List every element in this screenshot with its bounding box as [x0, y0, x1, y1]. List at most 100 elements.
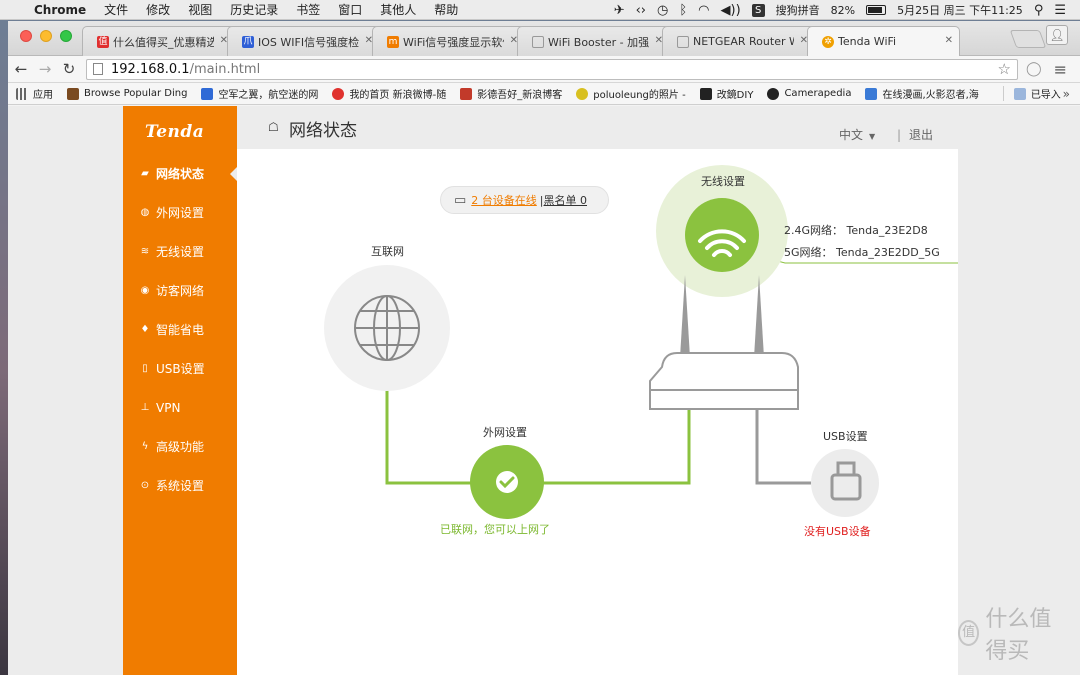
guest-icon: ◉ [140, 285, 150, 296]
weibo-icon [332, 87, 345, 100]
menu-people[interactable]: 其他人 [380, 1, 416, 18]
router-title-icon: ☖ [268, 120, 279, 134]
bookmark-item[interactable]: 我的首页 新浪微博-随 [332, 86, 446, 101]
url-host: 192.168.0.1 [111, 61, 190, 77]
tab-netgear[interactable]: NETGEAR Router WNDR✕ [662, 26, 815, 56]
wan-node[interactable] [470, 445, 544, 519]
nav-label: 高级功能 [156, 440, 205, 454]
wifi-status-icon[interactable]: ◠ [698, 3, 709, 18]
nav-label: 无线设置 [156, 245, 205, 259]
bookmark-item[interactable]: Browse Popular Ding [67, 87, 188, 100]
logout-link[interactable]: | 退出 [897, 126, 933, 143]
bookmark-label: Browse Popular Ding [84, 88, 188, 99]
chrome-menu-icon[interactable]: ≡ [1054, 60, 1067, 79]
reload-icon[interactable]: ↻ [58, 60, 80, 78]
menu-edit[interactable]: 修改 [146, 1, 170, 18]
wifi-5g-line: 5G网络： Tenda_23E2DD_5G [784, 246, 940, 259]
bookmark-item[interactable]: 改鏡DIY [699, 86, 754, 101]
bookmark-apps[interactable]: 应用 [16, 86, 53, 101]
bookmark-item[interactable]: Camerapedia [767, 87, 851, 100]
minimize-window-button[interactable] [40, 30, 52, 42]
usb-circle [811, 449, 879, 517]
tab-tenda[interactable]: ✲ Tenda WiFi ✕ [807, 26, 960, 56]
folder-icon [1013, 87, 1026, 100]
bookmark-favicon-icon [865, 87, 878, 100]
menu-view[interactable]: 视图 [188, 1, 212, 18]
tab-smzdm[interactable]: 值什么值得买_优惠精选 | 国内✕ [82, 26, 235, 56]
input-method-icon[interactable]: S [751, 3, 765, 17]
vpn-icon: ⊥ [140, 402, 150, 413]
nav-system-settings[interactable]: ⊙ 系统设置 [123, 466, 237, 505]
tab-baidu[interactable]: 爪IOS WIFI信号强度检测_百度✕ [227, 26, 380, 56]
page-info-icon[interactable] [93, 63, 103, 75]
menu-history[interactable]: 历史记录 [230, 1, 278, 18]
bookmark-label: 在线漫画,火影忍者,海 [882, 90, 979, 101]
smzdm-logo-icon: 值 [958, 620, 980, 646]
language-select[interactable]: 中文 ▼ [839, 126, 875, 143]
menu-window[interactable]: 窗口 [338, 1, 362, 18]
blacklist-link[interactable]: 黑名单 0 [544, 192, 588, 208]
nav-power-saving[interactable]: ♦ 智能省电 [123, 310, 237, 349]
clock[interactable]: 5月25日 周三 下午11:25 [897, 2, 1023, 18]
bookmark-item[interactable]: poluoleung的照片 - [576, 86, 686, 101]
bookmarks-overflow-icon[interactable]: » [1063, 87, 1070, 101]
bookmark-item[interactable]: 在线漫画,火影忍者,海 [865, 86, 979, 101]
page-content: Tenda ▰ 网络状态 ◍ 外网设置 ≋ 无线设置 ◉ 访客网络 ♦ 智能省电 ▯ USB… [8, 106, 1080, 675]
wan-status-text: 已联网，您可以上网了 [440, 523, 550, 536]
tab-wifi-booster[interactable]: WiFi Booster - 加强版WiF✕ [517, 26, 670, 56]
nav-network-status[interactable]: ▰ 网络状态 [123, 154, 238, 193]
bookmark-label: 改鏡DIY [716, 90, 754, 101]
address-bar[interactable]: 192.168.0.1/main.html ☆ [86, 58, 1018, 80]
bookmark-star-icon[interactable]: ☆ [998, 60, 1011, 78]
internet-node[interactable] [324, 265, 450, 391]
zoom-window-button[interactable] [60, 30, 72, 42]
browser-toolbar: ← → ↻ 192.168.0.1/main.html ☆ ◯ ≡ [8, 56, 1080, 83]
close-window-button[interactable] [20, 30, 32, 42]
bookmark-folder-imported[interactable]: 已导入 [1002, 86, 1061, 101]
back-arrow-icon[interactable]: ← [10, 60, 32, 78]
watermark-text: 什么值得买 [985, 607, 1052, 664]
notification-center-icon[interactable]: ☰ [1054, 3, 1066, 18]
menu-app-name[interactable]: Chrome [34, 3, 86, 17]
router-sidebar: Tenda ▰ 网络状态 ◍ 外网设置 ≋ 无线设置 ◉ 访客网络 ♦ 智能省电 ▯ USB… [123, 106, 238, 675]
input-method-label[interactable]: 搜狗拼音 [776, 2, 820, 18]
nav-vpn[interactable]: ⊥ VPN [123, 388, 237, 427]
bird-icon[interactable]: ✈ [614, 3, 625, 18]
forward-arrow-icon[interactable]: → [34, 60, 56, 78]
tab-wifi-software[interactable]: mWiFi信号强度显示软件 Wi✕ [372, 26, 525, 56]
tab-label: IOS WIFI信号强度检测_百度 [258, 35, 359, 49]
nav-wan-settings[interactable]: ◍ 外网设置 [123, 193, 237, 232]
favicon-icon: m [387, 35, 399, 48]
favicon-icon: 值 [97, 35, 109, 48]
globe-icon [354, 295, 420, 361]
time-machine-icon[interactable]: ◷ [657, 3, 668, 18]
new-tab-button[interactable] [1009, 30, 1047, 48]
profile-icon[interactable]: 👤︎ [1046, 25, 1068, 45]
volume-icon[interactable]: ◀)) [721, 3, 741, 18]
menu-file[interactable]: 文件 [104, 1, 128, 18]
close-tab-icon[interactable]: ✕ [945, 35, 953, 46]
spotlight-icon[interactable]: ⚲ [1034, 3, 1044, 18]
bookmark-item[interactable]: 空军之翼，航空迷的网 [201, 86, 318, 101]
code-icon[interactable]: ‹› [636, 3, 646, 18]
wifi-icon: ≋ [140, 246, 150, 257]
wan-settings-label: 外网设置 [483, 426, 527, 439]
nav-label: VPN [156, 400, 181, 415]
nav-usb-settings[interactable]: ▯ USB设置 [123, 349, 237, 388]
nav-advanced[interactable]: ϟ 高级功能 [123, 427, 237, 466]
menu-bookmarks[interactable]: 书签 [296, 1, 320, 18]
menu-help[interactable]: 帮助 [434, 1, 458, 18]
extension-icon[interactable]: ◯ [1026, 61, 1042, 77]
check-icon [496, 471, 518, 493]
nav-guest-network[interactable]: ◉ 访客网络 [123, 271, 237, 310]
language-label: 中文 [839, 128, 864, 142]
usb-node[interactable] [811, 449, 879, 517]
laptop-icon: ▭ [454, 192, 467, 208]
usb-icon: ▯ [142, 363, 148, 374]
bookmark-item[interactable]: 影德吾好_新浪博客 [460, 86, 562, 101]
devices-online-link[interactable]: 2 台设备在线 [471, 192, 537, 208]
battery-icon[interactable] [866, 5, 887, 15]
bluetooth-icon[interactable]: ᛒ [679, 3, 687, 18]
usb-settings-label: USB设置 [823, 430, 868, 443]
nav-wireless-settings[interactable]: ≋ 无线设置 [123, 232, 237, 271]
